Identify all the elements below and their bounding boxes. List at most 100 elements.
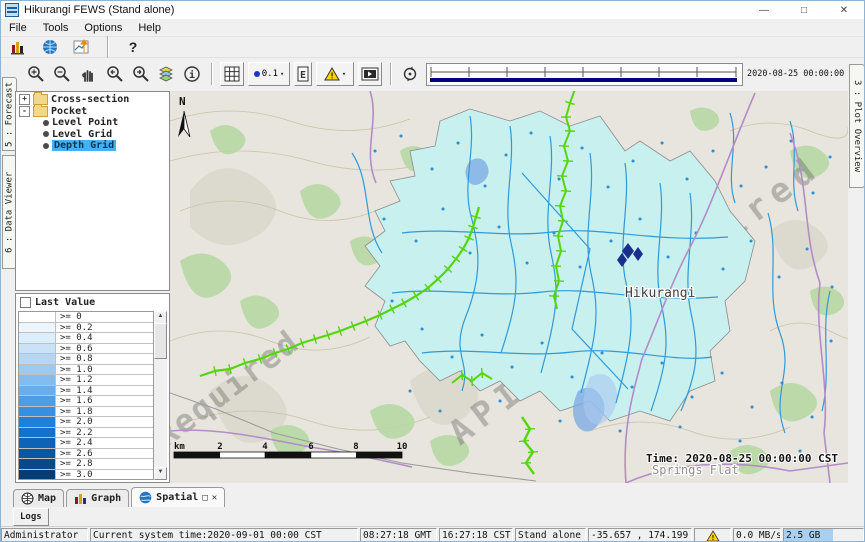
legend-row[interactable]: >= 1.8 <box>19 407 166 418</box>
last-value-checkbox[interactable] <box>20 297 31 308</box>
view-tabs: Map Graph Spatial □ ✕ <box>13 488 225 507</box>
svg-text:8: 8 <box>353 442 358 452</box>
bar-graph-icon <box>74 492 87 505</box>
tree-node-depth-grid[interactable]: Depth Grid <box>16 140 169 152</box>
selected-tree-label: Depth Grid <box>52 140 116 151</box>
legend-row[interactable]: >= 2.8 <box>19 459 166 470</box>
tree-node-pocket[interactable]: - Pocket <box>16 106 169 118</box>
bullet-icon <box>43 131 49 137</box>
refresh-rotate-icon[interactable] <box>399 63 421 85</box>
time-slider[interactable] <box>426 63 743 86</box>
zoom-previous-icon[interactable] <box>103 63 125 85</box>
zoom-out-icon[interactable] <box>51 63 73 85</box>
tab-graph[interactable]: Graph <box>66 489 129 507</box>
map-time-label: Time: 2020-08-25 00:00:00 CST <box>646 452 838 465</box>
menu-options[interactable]: Options <box>76 21 130 35</box>
close-button[interactable]: ✕ <box>824 1 864 19</box>
layers-icon[interactable] <box>155 63 177 85</box>
legend-row[interactable]: >= 0.8 <box>19 354 166 365</box>
last-value-row: Last Value <box>16 294 169 310</box>
chevron-down-icon: ▾ <box>342 70 346 78</box>
toolbar-separator <box>107 36 108 58</box>
legend-swatch <box>19 438 56 448</box>
grid-toggle-button[interactable] <box>220 62 244 86</box>
legend-row[interactable]: >= 0.4 <box>19 333 166 344</box>
legend-row[interactable]: >= 2.6 <box>19 449 166 460</box>
app-icon <box>5 3 19 17</box>
zoom-next-icon[interactable] <box>129 63 151 85</box>
legend-row[interactable]: >= 2.0 <box>19 417 166 428</box>
legend-row[interactable]: >= 2.2 <box>19 428 166 439</box>
svg-text:6: 6 <box>308 442 313 452</box>
status-warning-cell[interactable]: ! <box>694 528 731 542</box>
svg-text:4: 4 <box>262 442 268 452</box>
thresholds-dropdown[interactable]: ! ▾ <box>316 62 354 86</box>
tab-map[interactable]: Map <box>13 489 64 507</box>
tree-node-level-point[interactable]: Level Point <box>16 117 169 129</box>
legend-label: >= 1.2 <box>56 375 93 385</box>
legend-row[interactable]: >= 0 <box>19 312 166 323</box>
legend-row[interactable]: >= 1.0 <box>19 365 166 376</box>
legend-row[interactable]: >= 1.4 <box>19 386 166 397</box>
scrollbar-thumb[interactable] <box>154 323 167 359</box>
scroll-down-icon[interactable]: ▼ <box>154 467 167 480</box>
menu-help[interactable]: Help <box>130 21 169 35</box>
svg-text:!: ! <box>329 72 334 81</box>
legend-swatch <box>19 323 56 333</box>
wire-globe-icon <box>21 492 34 505</box>
status-mode: Stand alone <box>515 528 586 542</box>
menu-tools[interactable]: Tools <box>35 21 77 35</box>
time-slider-bar[interactable] <box>430 78 737 82</box>
minimize-button[interactable]: — <box>744 1 784 19</box>
timeseries-chart-icon[interactable] <box>71 36 93 58</box>
legend-label: >= 2.4 <box>56 438 93 448</box>
time-slider-track <box>427 64 740 83</box>
logs-button[interactable]: Logs <box>13 508 49 526</box>
status-transfer-rate: 0.0 MB/s <box>733 528 781 542</box>
menu-file[interactable]: File <box>1 21 35 35</box>
globe-icon[interactable] <box>39 36 61 58</box>
undock-icon[interactable]: □ <box>202 493 207 503</box>
legend-row[interactable]: >= 0.2 <box>19 323 166 334</box>
maximize-button[interactable]: □ <box>784 1 824 19</box>
tree-node-level-grid[interactable]: Level Grid <box>16 129 169 141</box>
legend-label: >= 2.8 <box>56 459 93 469</box>
help-button[interactable]: ? <box>122 36 144 58</box>
legend-swatch <box>19 375 56 385</box>
bullet-icon <box>43 120 49 126</box>
legend-label: >= 0.2 <box>56 323 93 333</box>
legend-row[interactable]: >= 2.4 <box>19 438 166 449</box>
tab-spatial[interactable]: Spatial □ ✕ <box>131 487 225 507</box>
close-tab-icon[interactable]: ✕ <box>212 493 217 503</box>
bullet-icon <box>43 143 49 149</box>
legend-row[interactable]: >= 1.2 <box>19 375 166 386</box>
last-value-label: Last Value <box>35 297 95 308</box>
database-bars-icon[interactable] <box>7 36 29 58</box>
legend-row[interactable]: >= 1.6 <box>19 396 166 407</box>
pan-hand-icon[interactable] <box>77 63 99 85</box>
legend-label: >= 2.6 <box>56 449 93 459</box>
svg-text:2: 2 <box>217 442 222 452</box>
legend-row[interactable]: >= 3.0 <box>19 470 166 481</box>
current-datetime: 2020-08-25 00:00:00 CST <box>747 69 865 79</box>
collapse-minus-icon[interactable]: - <box>19 106 30 117</box>
legend-row[interactable]: >= 0.6 <box>19 344 166 355</box>
zoom-in-icon[interactable] <box>25 63 47 85</box>
animation-movie-button[interactable] <box>358 62 382 86</box>
legend-label: >= 1.0 <box>56 365 93 375</box>
legend-swatch <box>19 365 56 375</box>
legend-label: >= 0.8 <box>56 354 93 364</box>
class-value-dropdown[interactable]: 0.1 ▾ <box>248 62 290 86</box>
info-icon[interactable]: i <box>181 63 203 85</box>
svg-text:!: ! <box>710 534 714 542</box>
map-view[interactable]: API Key Required API Key Required <box>170 91 848 483</box>
legend-panel: Last Value >= 0>= 0.2>= 0.4>= 0.6>= 0.8>… <box>15 293 170 483</box>
status-system-time: Current system time:2020-09-01 00:00 CST <box>90 528 358 542</box>
scale-ruler-button[interactable]: E <box>294 62 312 86</box>
svg-text:N: N <box>179 95 186 108</box>
expand-plus-icon[interactable]: + <box>19 94 30 105</box>
class-value-label: 0.1 <box>262 69 278 79</box>
tab-plot-overview[interactable]: 3 : Plot Overview <box>849 64 865 188</box>
logs-row: Logs <box>13 508 49 526</box>
legend-scrollbar[interactable]: ▲ ▼ <box>153 311 167 480</box>
